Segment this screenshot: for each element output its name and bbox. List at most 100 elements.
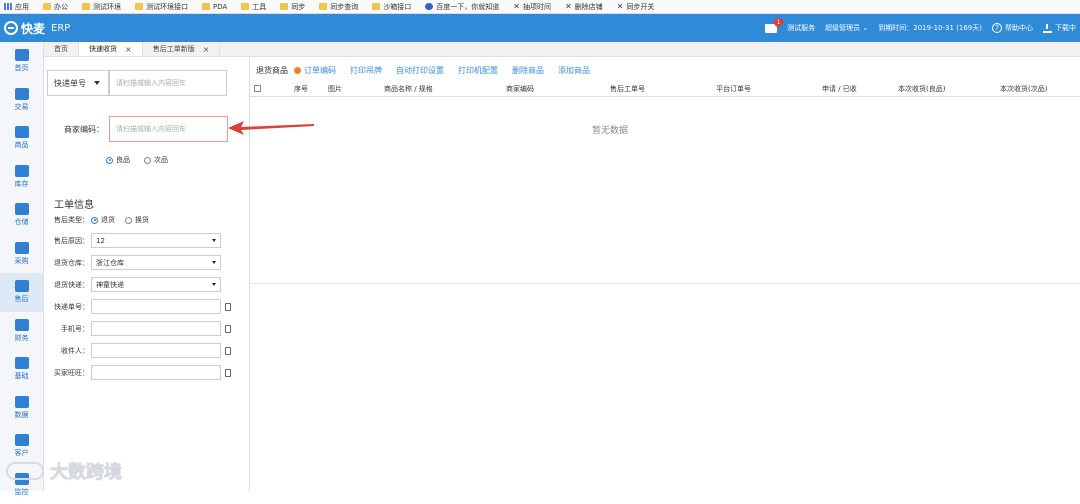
tab-2[interactable]: 售后工单新版 × — [143, 42, 221, 56]
chart-icon — [15, 396, 29, 408]
bookmark-label: 百度一下，你就知道 — [436, 2, 499, 12]
bookmark-item[interactable]: ✕同步开关 — [617, 2, 655, 12]
help-center-link[interactable]: ?帮助中心 — [992, 23, 1033, 33]
nav-item-8[interactable]: 基础 — [0, 350, 43, 389]
nav-item-1[interactable]: 交易 — [0, 81, 43, 120]
folder-icon — [135, 3, 143, 10]
aftersale-type-label: 售后类型： — [49, 215, 89, 225]
reason-select[interactable]: 12 — [91, 233, 221, 248]
order-code-icon — [294, 67, 301, 74]
nav-item-label: 商品 — [15, 140, 29, 150]
chevron-down-icon — [212, 239, 216, 242]
bookmark-label: 办公 — [54, 2, 68, 12]
bookmark-item[interactable]: 工具 — [241, 2, 266, 12]
quality-good-label: 良品 — [116, 155, 130, 165]
nav-item-3[interactable]: 库存 — [0, 158, 43, 197]
after-sales-icon — [15, 280, 29, 292]
bookmark-item[interactable]: 办公 — [43, 2, 68, 12]
close-icon[interactable]: × — [125, 45, 132, 54]
nav-item-4[interactable]: 仓储 — [0, 196, 43, 235]
user-menu[interactable]: 超级管理员 ⌄ — [825, 23, 868, 33]
truck-icon — [15, 203, 29, 215]
delete-item-button[interactable]: 删除商品 — [512, 65, 544, 76]
type-exchange-radio[interactable]: 换货 — [125, 215, 149, 225]
quality-defect-radio[interactable]: 次品 — [144, 155, 168, 165]
nav-item-7[interactable]: 财务 — [0, 312, 43, 351]
close-icon[interactable]: × — [203, 45, 210, 54]
type-return-label: 退货 — [101, 215, 115, 225]
nav-item-5[interactable]: 采购 — [0, 235, 43, 274]
help-label: 帮助中心 — [1005, 23, 1033, 33]
bookmark-item[interactable]: ✕删除店铺 — [565, 2, 603, 12]
chevron-down-icon — [212, 283, 216, 286]
tab-label: 售后工单新版 — [153, 44, 195, 54]
col-platform-order: 平台订单号 — [716, 84, 751, 94]
tracking-scan-input[interactable]: 请扫描或输入内容回车 — [109, 70, 227, 96]
merchant-code-input[interactable]: 请扫描或输入内容回车 — [109, 116, 228, 142]
tab-label: 首页 — [54, 44, 68, 54]
nav-item-2[interactable]: 商品 — [0, 119, 43, 158]
bookmark-item[interactable]: 测试环境接口 — [135, 2, 188, 12]
nav-item-label: 仓储 — [15, 217, 29, 227]
quality-good-radio[interactable]: 良品 — [106, 155, 130, 165]
mail-icon[interactable]: 1 — [765, 24, 777, 33]
bookmark-item[interactable]: ✕抽项时间 — [513, 2, 551, 12]
copy-icon[interactable] — [225, 369, 231, 377]
ticket-section-title: 工单信息 — [54, 196, 94, 211]
watermark: 大数跨境 — [6, 458, 122, 484]
nav-item-0[interactable]: 首页 — [0, 42, 43, 81]
bookmark-label: 测试环境接口 — [146, 2, 188, 12]
nav-item-label: 客户 — [15, 448, 29, 458]
watermark-text: 大数跨境 — [50, 458, 122, 484]
bookmark-label: 抽项时间 — [523, 2, 551, 12]
bookmark-item[interactable]: 同步 — [280, 2, 305, 12]
tracking-label: 快递单号： — [49, 302, 89, 312]
copy-icon[interactable] — [225, 325, 231, 333]
baidu-paw-icon — [425, 3, 433, 10]
radio-unchecked-icon — [144, 157, 151, 164]
nav-item-6[interactable]: 售后 — [0, 273, 43, 312]
tab-label: 快速收货 — [89, 44, 117, 54]
warehouse-select[interactable]: 浙江仓库 — [91, 255, 221, 270]
user-icon — [15, 434, 29, 446]
printer-config-button[interactable]: 打印机配置 — [458, 65, 498, 76]
bookmark-item[interactable]: 应用 — [4, 2, 29, 12]
type-return-radio[interactable]: 退货 — [91, 215, 115, 225]
bookmark-item[interactable]: 百度一下，你就知道 — [425, 2, 499, 12]
user-name: 超级管理员 — [825, 23, 860, 33]
add-item-button[interactable]: 添加商品 — [558, 65, 590, 76]
empty-state: 暂无数据 — [250, 123, 970, 136]
bookmark-label: 同步查询 — [330, 2, 358, 12]
radio-checked-icon — [106, 157, 113, 164]
bookmark-item[interactable]: 沙箱接口 — [372, 2, 411, 12]
bookmark-item[interactable]: 测试环境 — [82, 2, 121, 12]
app-logo[interactable]: 快麦 ERP — [0, 20, 100, 37]
auto-print-settings-button[interactable]: 自动打印设置 — [396, 65, 444, 76]
bookmark-label: 沙箱接口 — [383, 2, 411, 12]
folder-icon — [319, 3, 327, 10]
print-tag-button[interactable]: 打印吊牌 — [350, 65, 382, 76]
copy-icon[interactable] — [225, 347, 231, 355]
express-select[interactable]: 神童快递 — [91, 277, 221, 292]
select-all-checkbox[interactable] — [254, 85, 261, 92]
expiry-text: 到期时间：2019-10-31 (169天) — [878, 23, 982, 33]
company-name: 测试服务 — [787, 23, 815, 33]
phone-input[interactable] — [91, 321, 221, 336]
order-code-button[interactable]: 订单编码 — [294, 65, 336, 76]
buyer-input[interactable] — [91, 365, 221, 380]
tab-0[interactable]: 首页 — [44, 42, 79, 56]
copy-icon[interactable] — [225, 303, 231, 311]
folder-icon — [43, 3, 51, 10]
folder-icon — [241, 3, 249, 10]
bookmark-label: 同步 — [291, 2, 305, 12]
bookmark-item[interactable]: 同步查询 — [319, 2, 358, 12]
nav-item-9[interactable]: 数据 — [0, 389, 43, 428]
scan-type-select[interactable]: 快递单号 — [47, 70, 109, 96]
tab-1[interactable]: 快速收货 × — [79, 42, 143, 56]
receiver-input[interactable] — [91, 343, 221, 358]
tracking-input[interactable] — [91, 299, 221, 314]
col-index: 序号 — [294, 84, 308, 94]
bookmark-item[interactable]: PDA — [202, 3, 227, 11]
nav-item-label: 售后 — [15, 294, 29, 304]
download-link[interactable]: 下载中 — [1043, 23, 1076, 33]
